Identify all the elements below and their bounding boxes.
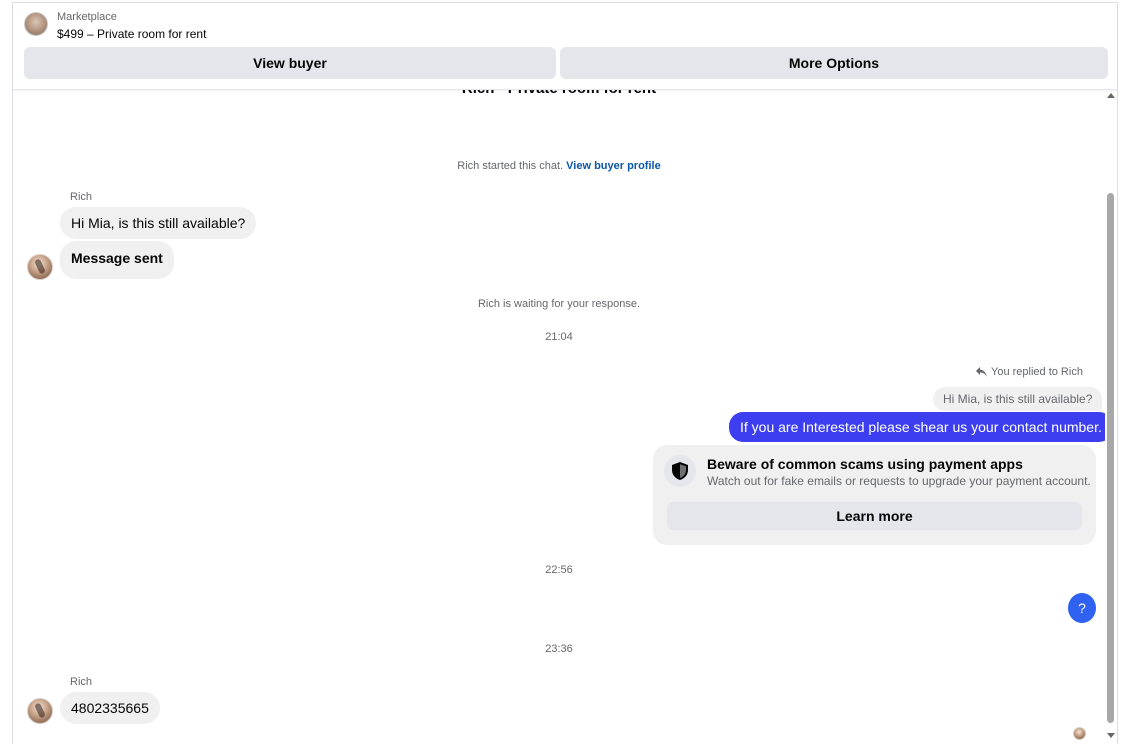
learn-more-button[interactable]: Learn more: [667, 502, 1082, 530]
view-buyer-button[interactable]: View buyer: [24, 47, 556, 79]
timestamp: 22:56: [545, 564, 573, 576]
view-buyer-profile-link[interactable]: View buyer profile: [566, 160, 661, 172]
sender-name: Rich: [70, 676, 93, 688]
thread-scrollbar[interactable]: [1105, 89, 1117, 744]
reply-arrow-icon: [976, 367, 987, 377]
scroll-up-arrow-icon[interactable]: [1107, 93, 1115, 98]
scam-warning-title: Beware of common scams using payment app…: [707, 456, 1023, 472]
outgoing-message[interactable]: If you are Interested please shear us yo…: [729, 412, 1105, 442]
seen-avatar: [1073, 727, 1086, 740]
timestamp: 23:36: [545, 643, 573, 655]
sender-avatar[interactable]: [27, 254, 53, 280]
sender-avatar[interactable]: [27, 698, 53, 724]
chat-started-notice: Rich started this chat. View buyer profi…: [13, 160, 1105, 172]
quoted-message[interactable]: Hi Mia, is this still available?: [933, 387, 1103, 411]
shield-icon-wrap: [664, 455, 696, 487]
shield-icon: [672, 462, 688, 480]
reply-label-text: You replied to Rich: [991, 366, 1083, 378]
incoming-message[interactable]: Message sent: [60, 241, 174, 279]
scrollbar-thumb[interactable]: [1107, 193, 1114, 723]
scam-warning-card: Beware of common scams using payment app…: [653, 445, 1096, 545]
chat-started-text: Rich started this chat.: [457, 160, 564, 172]
scam-warning-text: Watch out for fake emails or requests to…: [707, 474, 1091, 488]
sender-name: Rich: [70, 191, 93, 203]
outgoing-message[interactable]: ?: [1068, 593, 1096, 623]
listing-title[interactable]: $499 – Private room for rent: [57, 27, 206, 41]
listing-thumbnail[interactable]: [24, 12, 48, 36]
marketplace-label: Marketplace: [57, 11, 117, 23]
timestamp: 21:04: [545, 331, 573, 343]
thread-title: Rich · Private room for rent: [13, 89, 1105, 97]
scroll-down-arrow-icon[interactable]: [1107, 733, 1115, 738]
incoming-message[interactable]: Hi Mia, is this still available?: [60, 207, 257, 239]
waiting-notice: Rich is waiting for your response.: [477, 298, 640, 310]
more-options-button[interactable]: More Options: [560, 47, 1108, 79]
message-thread: Rich · Private room for rent Rich starte…: [13, 89, 1105, 744]
incoming-message[interactable]: 4802335665: [60, 692, 160, 724]
reply-indicator: You replied to Rich: [976, 366, 1083, 378]
chat-header: Marketplace $499 – Private room for rent…: [13, 3, 1117, 90]
